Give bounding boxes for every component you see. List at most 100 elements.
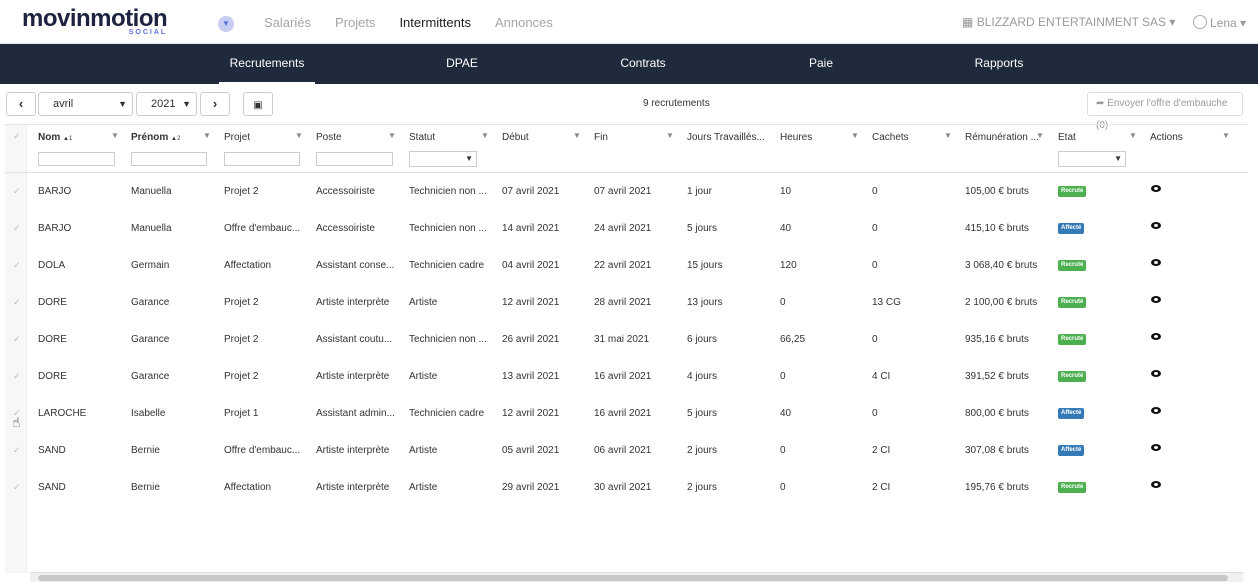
cell-remu: 105,00 € bruts (965, 186, 1029, 197)
eye-icon[interactable] (1151, 407, 1161, 414)
year-select[interactable]: 2021 ▼ (136, 92, 197, 116)
tab-recrutements[interactable]: Recrutements (219, 44, 315, 84)
tab-rapports[interactable]: Rapports (966, 44, 1032, 84)
prev-month-button[interactable]: ‹ (6, 92, 36, 116)
col-header-statut[interactable]: Statut (409, 132, 435, 143)
company-selector[interactable]: ▦ BLIZZARD ENTERTAINMENT SAS ▾ (962, 15, 1175, 29)
cell-statut: Technicien non ... (409, 186, 487, 197)
section-tabs: Recrutements DPAE Contrats Paie Rapports (0, 44, 1258, 84)
table-row[interactable]: ✓ SAND Bernie Affectation Artiste interprète… (5, 469, 1248, 506)
month-select[interactable]: avril ▼ (38, 92, 133, 116)
eye-icon[interactable] (1151, 370, 1161, 377)
table-row[interactable]: ✓ BARJO Manuella Offre d'embauc... Accessoir… (5, 210, 1248, 247)
cell-jours: 2 jours (687, 482, 718, 493)
eye-icon[interactable] (1151, 481, 1161, 488)
brand-logo[interactable]: movinmotion SOCIAL (22, 6, 168, 38)
table-row[interactable]: ✓ DORE Garance Projet 2 Assistant coutu... Te… (5, 321, 1248, 358)
filter-nom-input[interactable] (38, 152, 115, 166)
col-header-cachets[interactable]: Cachets (872, 132, 909, 143)
apps-dropdown-icon[interactable]: ▼ (218, 16, 234, 32)
cell-prenom: Germain (131, 260, 170, 271)
eye-icon[interactable] (1151, 444, 1161, 451)
cell-fin: 30 avril 2021 (594, 482, 652, 493)
nav-item-salaries[interactable]: Salariés (264, 15, 311, 30)
scrollbar-thumb[interactable] (38, 575, 1228, 581)
filter-etat-select[interactable]: ▼ (1058, 151, 1126, 167)
filter-statut-select[interactable]: ▼ (409, 151, 477, 167)
col-header-remuneration[interactable]: Rémunération ... (965, 132, 1039, 143)
nav-item-projets[interactable]: Projets (335, 15, 375, 30)
cell-cachets: 0 (872, 260, 878, 271)
table-row[interactable]: ✓ LAROCHE Isabelle Projet 1 Assistant admin.… (5, 395, 1248, 432)
nav-item-intermittents[interactable]: Intermittents (399, 15, 471, 30)
col-header-poste[interactable]: Poste (316, 132, 342, 143)
horizontal-scrollbar[interactable] (30, 572, 1243, 582)
filter-prenom-input[interactable] (131, 152, 207, 166)
row-checkbox[interactable]: ✓ (13, 284, 21, 321)
table-row[interactable]: ✓ BARJO Manuella Projet 2 Accessoiriste Techn… (5, 173, 1248, 210)
cell-prenom: Manuella (131, 223, 172, 234)
cell-fin: 24 avril 2021 (594, 223, 652, 234)
col-header-heures[interactable]: Heures (780, 132, 812, 143)
cell-poste: Accessoiriste (316, 223, 375, 234)
eye-icon[interactable] (1151, 333, 1161, 340)
next-month-button[interactable]: › (200, 92, 230, 116)
column-menu-icon[interactable]: ▼ (111, 131, 119, 140)
cell-debut: 05 avril 2021 (502, 445, 560, 456)
table-row[interactable]: ✓ DORE Garance Projet 2 Artiste interprète Ar… (5, 358, 1248, 395)
col-header-nom[interactable]: Nom ▲1 (38, 132, 72, 143)
col-header-prenom[interactable]: Prénom ▲2 (131, 132, 180, 143)
col-header-fin[interactable]: Fin (594, 132, 608, 143)
cell-fin: 28 avril 2021 (594, 297, 652, 308)
table-row[interactable]: ✓ SAND Bernie Offre d'embauc... Artiste inte… (5, 432, 1248, 469)
row-checkbox[interactable]: ✓ (13, 247, 21, 284)
column-menu-icon[interactable]: ▼ (1222, 131, 1230, 140)
column-menu-icon[interactable]: ▼ (203, 131, 211, 140)
col-header-jours[interactable]: Jours Travaillés... (687, 132, 767, 143)
tab-paie[interactable]: Paie (791, 44, 851, 84)
row-checkbox[interactable]: ✓ (13, 469, 21, 506)
column-menu-icon[interactable]: ▼ (851, 131, 859, 140)
calendar-button[interactable]: ▣ (243, 92, 273, 116)
cell-cachets: 2 CI (872, 482, 891, 493)
filter-poste-input[interactable] (316, 152, 393, 166)
cell-projet: Projet 2 (224, 297, 259, 308)
tab-dpae[interactable]: DPAE (432, 44, 492, 84)
column-menu-icon[interactable]: ▼ (388, 131, 396, 140)
column-menu-icon[interactable]: ▼ (1036, 131, 1044, 140)
eye-icon[interactable] (1151, 185, 1161, 192)
col-header-etat[interactable]: Etat (1058, 132, 1076, 143)
col-header-actions: Actions (1150, 132, 1183, 143)
eye-icon[interactable] (1151, 296, 1161, 303)
col-header-projet[interactable]: Projet (224, 132, 250, 143)
eye-icon[interactable] (1151, 222, 1161, 229)
column-menu-icon[interactable]: ▼ (666, 131, 674, 140)
column-menu-icon[interactable]: ▼ (481, 131, 489, 140)
filter-projet-input[interactable] (224, 152, 300, 166)
toolbar: ‹ avril ▼ 2021 ▼ › ▣ 9 recrutements ➦ En… (0, 84, 1258, 131)
col-header-debut[interactable]: Début (502, 132, 529, 143)
table-row[interactable]: ✓ DOLA Germain Affectation Assistant conse..… (5, 247, 1248, 284)
tab-contrats[interactable]: Contrats (613, 44, 673, 84)
column-menu-icon[interactable]: ▼ (295, 131, 303, 140)
row-checkbox[interactable]: ✓ (13, 432, 21, 469)
row-checkbox[interactable]: ✓ (13, 173, 21, 210)
row-checkbox[interactable]: ✓ (13, 210, 21, 247)
column-menu-icon[interactable]: ▼ (1129, 131, 1137, 140)
table-row[interactable]: ✓ DORE Garance Projet 2 Artiste interprète Ar… (5, 284, 1248, 321)
send-offer-button[interactable]: ➦ Envoyer l'offre d'embauche (0) (1087, 92, 1243, 131)
row-checkbox[interactable]: ✓ (13, 358, 21, 395)
cell-fin: 16 avril 2021 (594, 408, 652, 419)
user-menu[interactable]: Lena ▾ (1193, 15, 1246, 30)
eye-icon[interactable] (1151, 259, 1161, 266)
cell-remu: 391,52 € bruts (965, 371, 1029, 382)
column-menu-icon[interactable]: ▼ (573, 131, 581, 140)
chevron-down-icon: ▼ (118, 99, 127, 109)
select-all-checkbox[interactable]: ✓ (13, 125, 21, 147)
cell-debut: 07 avril 2021 (502, 186, 560, 197)
nav-item-annonces[interactable]: Annonces (495, 15, 553, 30)
month-value: avril (53, 98, 74, 110)
column-menu-icon[interactable]: ▼ (944, 131, 952, 140)
brand-subtitle: SOCIAL (128, 29, 168, 36)
row-checkbox[interactable]: ✓ (13, 321, 21, 358)
